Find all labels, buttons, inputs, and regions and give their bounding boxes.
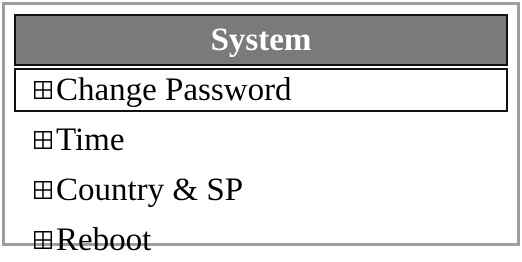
expand-box-icon [34, 131, 52, 149]
expand-box-icon [34, 231, 52, 249]
menu-item-label: Change Password [56, 72, 292, 108]
menu-item-country-sp[interactable]: Country & SP [14, 168, 508, 212]
menu-item-label: Time [56, 122, 125, 158]
menu-item-time[interactable]: Time [14, 118, 508, 162]
expand-box-icon [34, 81, 52, 99]
menu-item-reboot[interactable]: Reboot [14, 218, 508, 262]
menu-item-label: Country & SP [56, 172, 244, 208]
expand-box-icon [34, 181, 52, 199]
menu-item-change-password[interactable]: Change Password [14, 68, 508, 112]
menu-item-label: Reboot [56, 222, 152, 258]
panel-title: System [14, 14, 508, 66]
system-menu: Change Password Time Country & SP Reboot [14, 68, 508, 262]
